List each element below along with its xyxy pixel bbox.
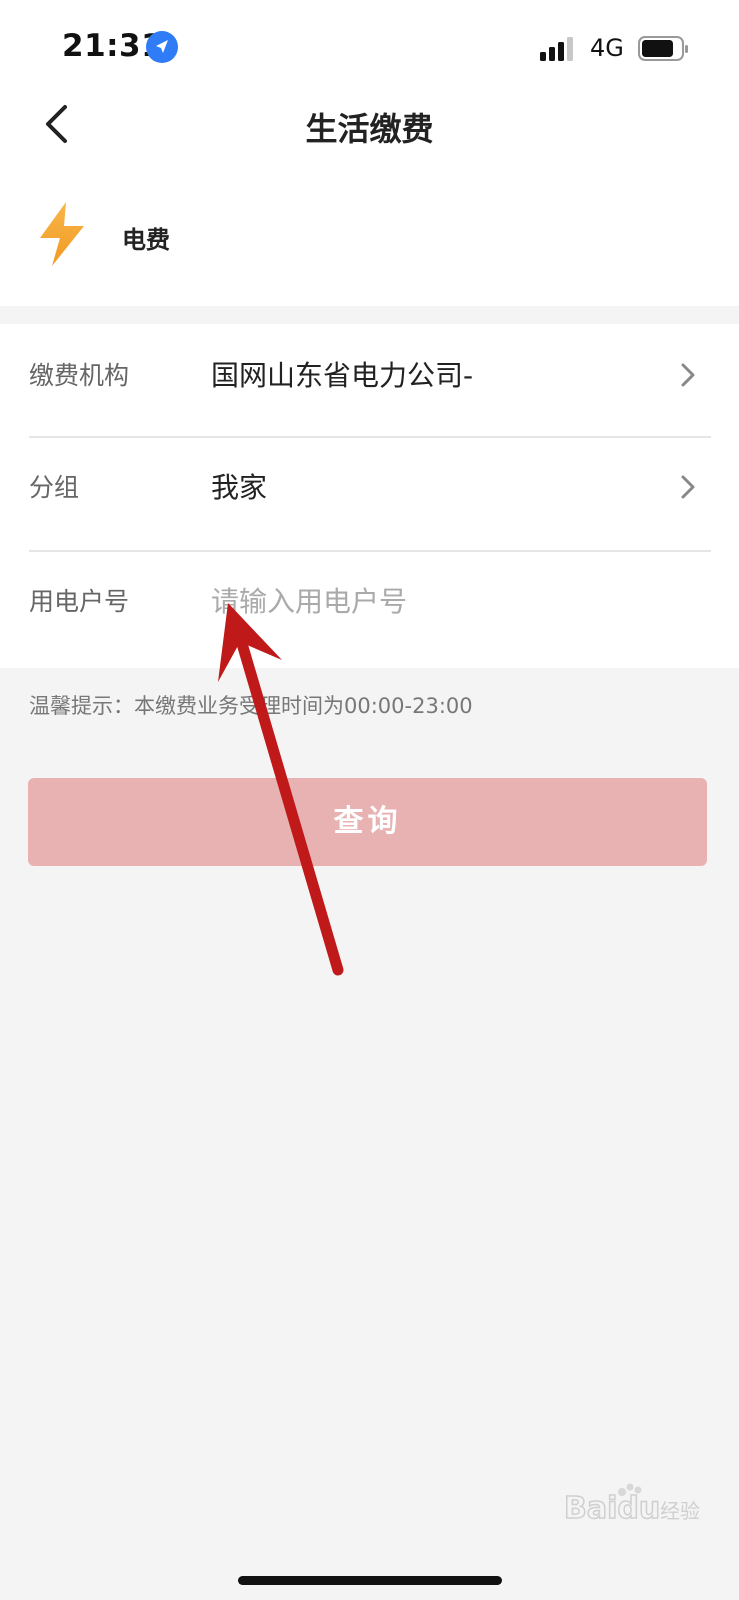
- institution-value: 国网山东省电力公司-: [211, 359, 474, 392]
- baidu-watermark: Baidu 经验: [564, 1483, 700, 1527]
- battery-icon: [638, 36, 690, 62]
- home-indicator: [238, 1576, 502, 1585]
- query-button[interactable]: 查询: [28, 778, 707, 866]
- svg-text:Baidu: Baidu: [564, 1491, 660, 1526]
- group-row[interactable]: 分组 我家: [0, 438, 739, 550]
- svg-text:经验: 经验: [660, 1499, 700, 1523]
- location-arrow-icon: [146, 31, 178, 63]
- institution-label: 缴费机构: [29, 361, 130, 390]
- page-title: 生活缴费: [305, 110, 434, 148]
- group-label: 分组: [29, 473, 80, 502]
- lightning-bolt-icon: [36, 200, 90, 268]
- network-label: 4G: [590, 34, 624, 62]
- account-number-label: 用电户号: [29, 587, 130, 616]
- account-number-input[interactable]: 请输入用电户号: [211, 580, 407, 620]
- signal-icon: [540, 36, 580, 62]
- form-card: 缴费机构 国网山东省电力公司- 分组 我家 用电户号 请输入用电户号: [0, 324, 739, 668]
- tip-text: 温馨提示：本缴费业务受理时间为00:00-23:00: [29, 694, 473, 718]
- institution-row[interactable]: 缴费机构 国网山东省电力公司-: [0, 324, 739, 436]
- service-name: 电费: [122, 226, 170, 254]
- group-value: 我家: [211, 471, 268, 504]
- account-number-row: 用电户号 请输入用电户号: [0, 552, 739, 664]
- chevron-right-icon: [681, 475, 695, 499]
- chevron-right-icon: [681, 363, 695, 387]
